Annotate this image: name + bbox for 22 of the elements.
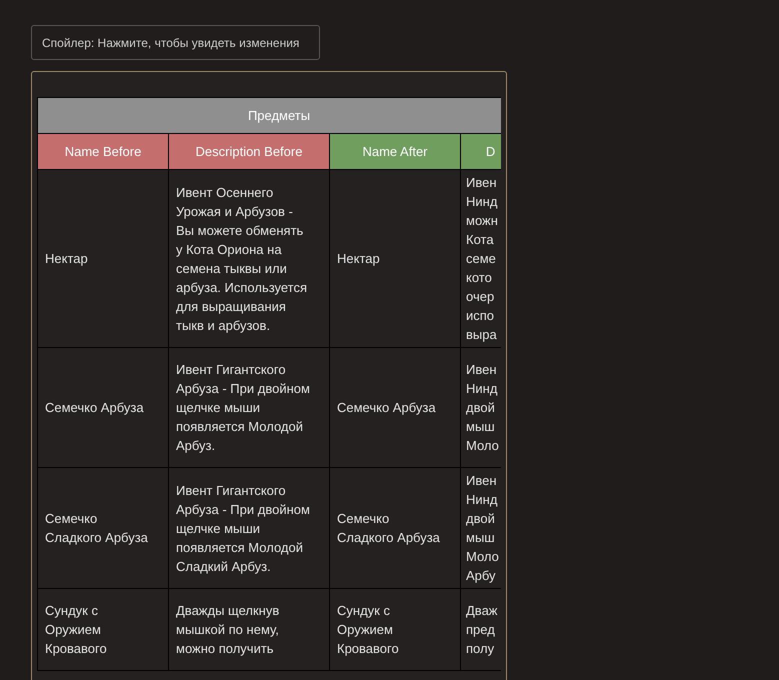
table-cell: Сундук с Оружием Кровавого [330,588,460,670]
column-header: Name Before [38,134,168,170]
table-cell: Нектар [330,170,460,348]
column-header: D [460,134,501,170]
table-title: Предметы [38,98,501,134]
table-cell: Семечко Сладкого Арбуза [38,468,168,588]
column-header: Description Before [168,134,330,170]
table-cell: Нектар [38,170,168,348]
spoiler-button[interactable]: Спойлер: Нажмите, чтобы увидеть изменения [31,25,320,60]
column-header: Name After [330,134,460,170]
table-cell: Семечко Арбуза [38,348,168,468]
table-cell: Семечко Арбуза [330,348,460,468]
table-cell: Ивен Нинд можн Кота семе кото очер испо выра [460,170,501,348]
table-cell: Ивент Гигантского Арбуза - При двойном щелчке мыши появляется Молодой Арбуз. [168,348,330,468]
table-cell: Ивен Нинд двой мыш Моло [460,348,501,468]
table-cell: Дважды щелкнув мышкой по нему, можно получить [168,588,330,670]
table-cell: Дваж пред полу [460,588,501,670]
table-cell: Ивент Осеннего Урожая и Арбузов - Вы можете обменять у Кота Ориона на семена тыквы или арбуза. Используется для выращивания тыкв и арбузов. [168,170,330,348]
table-cell: Ивен Нинд двой мыш Моло Арбу [460,468,501,588]
table-cell: Семечко Сладкого Арбуза [330,468,460,588]
table-cell: Сундук с Оружием Кровавого [38,588,168,670]
table-cell: Ивент Гигантского Арбуза - При двойном щелчке мыши появляется Молодой Сладкий Арбуз. [168,468,330,588]
